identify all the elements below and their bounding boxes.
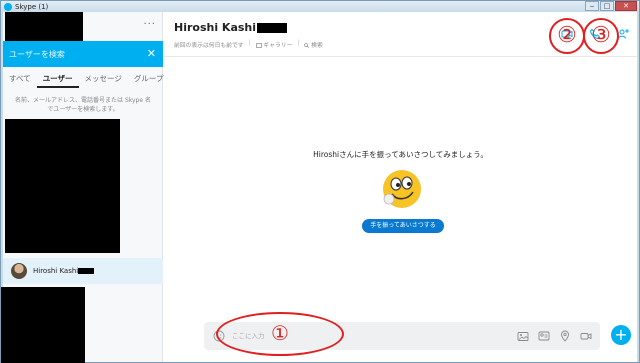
gallery-icon <box>255 43 262 48</box>
search-tabs: すべて ユーザー メッセージ グループ <box>3 72 163 88</box>
contact-title: Hiroshi Kashi <box>174 21 288 34</box>
app-client: ... ✕ すべて ユーザー メッセージ グループ 名前、メールアドレス、電話番… <box>1 12 637 363</box>
redacted-bottom-area <box>1 287 85 363</box>
add-button[interactable]: + <box>611 325 631 345</box>
annotation-three: ③ <box>583 18 619 54</box>
avatar <box>11 263 27 279</box>
annotation-two: ② <box>549 18 585 54</box>
last-seen-text: 前回の表示は何日も前です <box>174 43 244 49</box>
smile-emoticon-icon <box>383 170 421 208</box>
gallery-label: ギャラリー <box>263 43 293 49</box>
contact-card-icon[interactable] <box>538 330 550 342</box>
tab-users[interactable]: ユーザー <box>36 72 79 88</box>
image-icon[interactable] <box>517 330 529 342</box>
window-title: Skype (1) <box>15 2 49 11</box>
window-controls: ‒ □ ✕ <box>584 1 637 11</box>
location-icon[interactable] <box>559 330 571 342</box>
contact-list-item[interactable]: Hiroshi Kashi <box>3 258 163 284</box>
video-message-icon[interactable] <box>580 330 592 342</box>
close-button[interactable]: ✕ <box>615 1 637 11</box>
search-input[interactable] <box>3 49 133 59</box>
separator: | <box>297 40 300 46</box>
contact-title-text: Hiroshi Kashi <box>174 21 257 34</box>
compose-tools <box>517 330 592 342</box>
header-subline: 前回の表示は何日も前です | ギャラリー | 検索 <box>174 40 323 49</box>
maximize-button[interactable]: □ <box>600 1 614 11</box>
sidebar: ... ✕ すべて ユーザー メッセージ グループ 名前、メールアドレス、電話番… <box>1 12 163 363</box>
close-icon[interactable]: ✕ <box>147 47 156 60</box>
separator: | <box>248 40 251 46</box>
conversation-pane: Hiroshi Kashi 前回の表示は何日も前です | ギャラリー | 検索 <box>164 12 637 362</box>
redacted-title-mask <box>257 23 288 33</box>
skype-logo-icon <box>4 2 12 11</box>
tab-messages[interactable]: メッセージ <box>79 72 128 88</box>
search-hint: 名前、メールアドレス、電話番号または Skype 名でユーザーを検索します。 <box>15 97 151 113</box>
wave-hello-button[interactable]: 手を振ってあいさつする <box>362 219 444 233</box>
redacted-results-area <box>5 119 120 253</box>
tab-all[interactable]: すべて <box>3 72 37 88</box>
contact-name-text: Hiroshi Kashi <box>33 267 79 275</box>
gallery-link[interactable]: ギャラリー <box>255 40 293 49</box>
more-options-button[interactable]: ... <box>143 16 156 27</box>
search-bar: ✕ <box>3 41 163 67</box>
header-search-label: 検索 <box>311 43 323 49</box>
title-bar: Skype (1) ‒ □ ✕ <box>1 1 639 12</box>
search-icon <box>304 43 310 48</box>
header-search-link[interactable]: 検索 <box>304 40 323 49</box>
skype-window: Skype (1) ‒ □ ✕ ... ✕ すべて ユーザー メッセージ グルー… <box>0 0 640 363</box>
greeting-text: Hiroshiさんに手を振ってあいさつしてみましょう。 <box>313 150 488 159</box>
annotation-one: ① <box>216 312 344 356</box>
contact-name: Hiroshi Kashi <box>33 267 95 275</box>
minimize-button[interactable]: ‒ <box>585 1 599 11</box>
redacted-name-mask <box>78 268 95 274</box>
